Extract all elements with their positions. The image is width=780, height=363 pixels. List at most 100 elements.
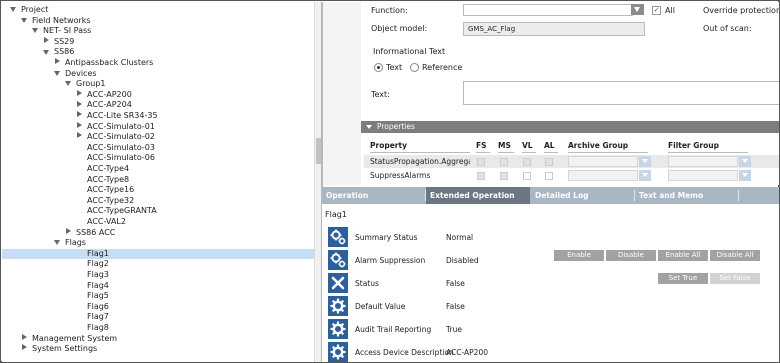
- filter-group-dropdown[interactable]: [739, 156, 751, 167]
- enable-button[interactable]: Enable: [554, 250, 604, 261]
- tab-detailed-log[interactable]: Detailed Log: [531, 187, 634, 204]
- expand-arrow-icon[interactable]: [65, 79, 73, 87]
- filter-group-select[interactable]: [668, 156, 738, 167]
- expand-arrow-icon[interactable]: [43, 48, 51, 56]
- tree-item[interactable]: ACC-Simulato-01: [2, 122, 314, 133]
- tree-item[interactable]: ACC-AP200: [2, 90, 314, 101]
- function-dropdown-button[interactable]: [631, 4, 644, 15]
- tree-item[interactable]: Flag7: [2, 312, 314, 323]
- text-radio[interactable]: [374, 63, 383, 72]
- property-name: SuppressAlarms: [370, 171, 431, 180]
- tree-item[interactable]: ACC-AP204: [2, 100, 314, 111]
- tab-text-and-memo[interactable]: Text and Memo: [635, 187, 738, 204]
- tree-item[interactable]: Flag1: [2, 248, 314, 260]
- tree-item[interactable]: ACC-Type8: [2, 175, 314, 186]
- all-checkbox[interactable]: ✓: [652, 6, 661, 15]
- tree-item[interactable]: Management System: [2, 334, 314, 345]
- tree-item[interactable]: Flag2: [2, 259, 314, 270]
- tree-item[interactable]: Devices: [2, 69, 314, 80]
- tree-item[interactable]: ACC-Simulato-06: [2, 153, 314, 164]
- tree-item-label: ACC-Lite SR34-35: [87, 111, 158, 120]
- enable-all-button[interactable]: Enable All: [658, 250, 708, 261]
- tree-item[interactable]: ACC-Type32: [2, 196, 314, 207]
- expand-arrow-icon[interactable]: [54, 69, 62, 77]
- tree-item-label: ACC-Type4: [87, 164, 130, 173]
- disable-button[interactable]: Disable: [606, 250, 656, 261]
- tree-item[interactable]: Flag6: [2, 302, 314, 313]
- informational-text-label: Informational Text: [373, 47, 446, 56]
- collapse-arrow-icon[interactable]: [21, 333, 29, 342]
- collapse-arrow-icon[interactable]: [65, 227, 73, 236]
- tree-item-label: Flag1: [87, 248, 109, 258]
- tree-item-label: ACC-Type8: [87, 174, 130, 184]
- tree-item[interactable]: ACC-Lite SR34-35: [2, 111, 314, 122]
- tree-item[interactable]: ACC-VAL2: [2, 217, 314, 228]
- operation-label: Status: [355, 279, 379, 288]
- collapse-arrow-icon[interactable]: [76, 100, 84, 109]
- tree-item-label: Project: [21, 5, 49, 14]
- filter-group-dropdown[interactable]: [739, 170, 751, 181]
- tree-item[interactable]: Antipassback Clusters: [2, 58, 314, 69]
- set-false-button: Set False: [710, 273, 760, 284]
- table-row[interactable]: StatusPropagation.Aggregat: [364, 155, 779, 168]
- operation-label: Summary Status: [355, 233, 418, 242]
- tree-item[interactable]: SS86: [2, 47, 314, 58]
- operation-value: Disabled: [446, 256, 479, 265]
- tab-operation[interactable]: Operation: [322, 187, 425, 204]
- archive-group-dropdown[interactable]: [639, 156, 651, 167]
- expand-arrow-icon[interactable]: [21, 16, 29, 24]
- tree-item[interactable]: Flag5: [2, 291, 314, 302]
- archive-group-select[interactable]: [568, 156, 638, 167]
- collapse-arrow-icon[interactable]: [54, 58, 62, 66]
- properties-header[interactable]: Properties: [361, 121, 779, 133]
- tree-item[interactable]: Flag4: [2, 281, 314, 292]
- tree-item-label: Flag3: [87, 270, 109, 279]
- collapse-arrow-icon[interactable]: [76, 132, 84, 140]
- collapse-arrow-icon[interactable]: [21, 344, 29, 352]
- function-label: Function:: [371, 6, 408, 15]
- tree-item-label: Field Networks: [32, 15, 91, 25]
- tree-item[interactable]: SS29: [2, 37, 314, 48]
- tree-item[interactable]: ACC-Type4: [2, 164, 314, 175]
- tree-item[interactable]: Flag3: [2, 270, 314, 281]
- expand-arrow-icon[interactable]: [54, 238, 62, 246]
- collapse-arrow-icon[interactable]: [76, 111, 84, 119]
- tree-item[interactable]: SS86 ACC: [2, 228, 314, 239]
- table-row[interactable]: SuppressAlarms: [364, 169, 779, 182]
- operation-value: ACC-AP200: [446, 348, 488, 357]
- tree-item-label: ACC-Simulato-03: [87, 142, 155, 152]
- tree-item[interactable]: System Settings: [2, 344, 314, 355]
- expand-arrow-icon[interactable]: [32, 26, 40, 34]
- tree-item[interactable]: ACC-TypeGRANTA: [2, 206, 314, 217]
- tree-item[interactable]: Flags: [2, 238, 314, 249]
- expand-arrow-icon[interactable]: [10, 5, 18, 13]
- tree-item[interactable]: Group1: [2, 79, 314, 90]
- tree-item[interactable]: Project: [2, 5, 314, 16]
- disable-all-button[interactable]: Disable All: [710, 250, 760, 261]
- tree-item[interactable]: Flag8: [2, 323, 314, 334]
- collapse-arrow-icon[interactable]: [43, 37, 51, 45]
- filter-group-select[interactable]: [668, 170, 738, 181]
- function-select[interactable]: [463, 4, 633, 16]
- tab-extended-operation[interactable]: Extended Operation: [426, 187, 530, 204]
- tree-item[interactable]: NET- SI Pass: [2, 26, 314, 37]
- text-input[interactable]: [463, 81, 779, 105]
- ms-checkbox: [500, 158, 508, 166]
- al-checkbox[interactable]: [545, 172, 553, 180]
- collapse-arrow-icon[interactable]: [76, 121, 84, 130]
- reference-radio[interactable]: [410, 63, 419, 72]
- archive-group-select[interactable]: [568, 170, 638, 181]
- set-true-button[interactable]: Set True: [658, 273, 708, 284]
- vl-checkbox[interactable]: [523, 172, 531, 180]
- tree-item-label: NET- SI Pass: [43, 26, 92, 36]
- archive-group-dropdown[interactable]: [639, 170, 651, 181]
- operation-row: Summary Status Normal: [328, 227, 768, 247]
- tree-item[interactable]: ACC-Simulato-02: [2, 132, 314, 143]
- collapse-arrow-icon[interactable]: [76, 90, 84, 98]
- operation-label: Default Value: [355, 302, 406, 311]
- tree-item[interactable]: Field Networks: [2, 16, 314, 27]
- tree-item[interactable]: ACC-Simulato-03: [2, 143, 314, 154]
- tree-item[interactable]: ACC-Type16: [2, 185, 314, 196]
